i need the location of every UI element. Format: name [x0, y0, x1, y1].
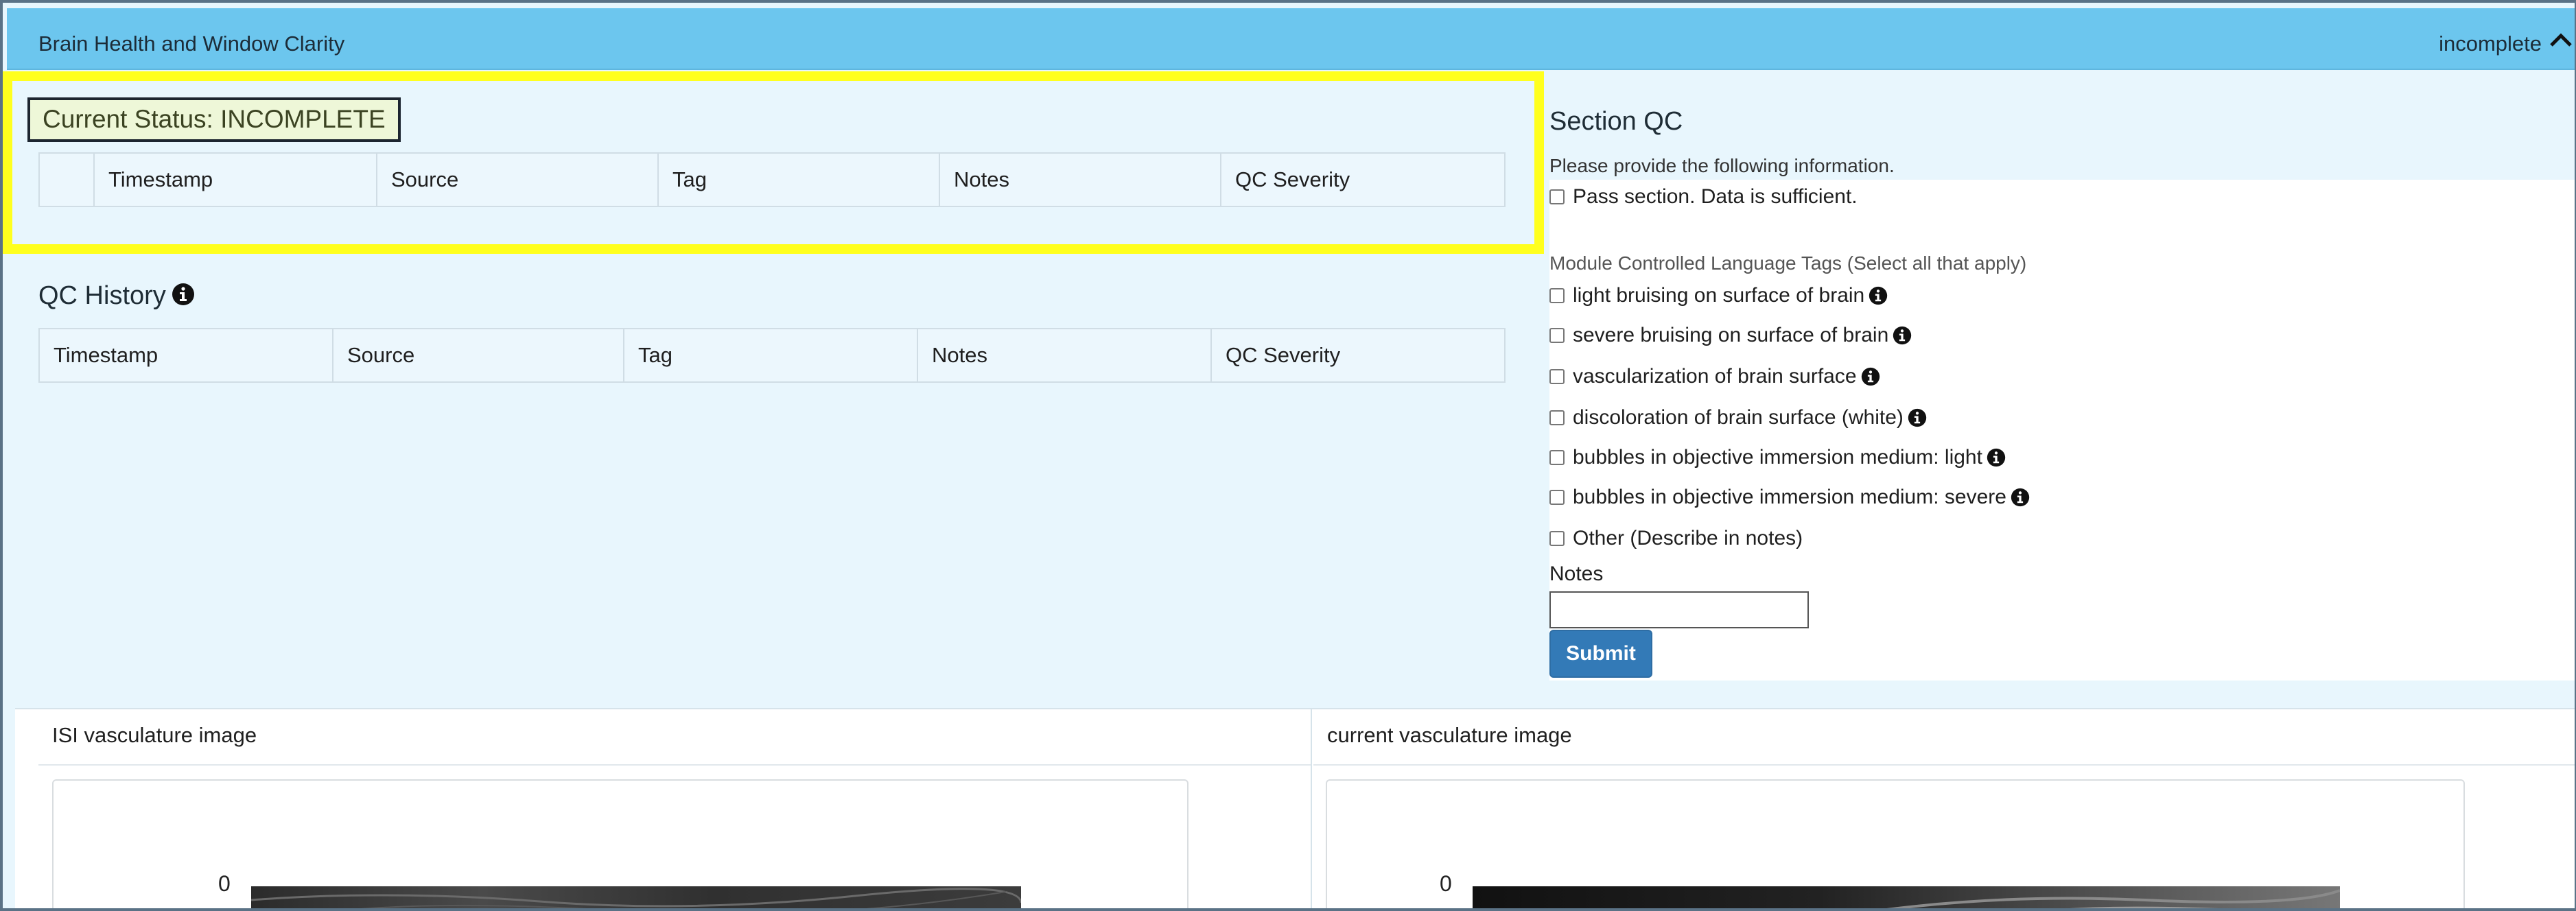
info-circle-icon[interactable]: [172, 283, 195, 306]
highlight-box: [3, 71, 1544, 254]
chevron-up-icon[interactable]: [2546, 26, 2576, 54]
checkbox-box[interactable]: [1549, 450, 1565, 465]
tag-checkbox-bubbles-severe[interactable]: bubbles in objective immersion medium: s…: [1549, 486, 2030, 509]
tag-checkbox-severe-bruising[interactable]: severe bruising on surface of brain: [1549, 324, 1912, 347]
panel-header[interactable]: Brain Health and Window Clarity incomple…: [7, 8, 2576, 70]
checkbox-box[interactable]: [1549, 531, 1565, 546]
pass-section-checkbox[interactable]: Pass section. Data is sufficient.: [1549, 185, 1858, 209]
info-circle-icon[interactable]: [2011, 488, 2030, 507]
tag-label: severe bruising on surface of brain: [1573, 324, 1889, 346]
table-header-qc-severity: QC Severity: [1210, 328, 1506, 383]
tag-checkbox-discoloration[interactable]: discoloration of brain surface (white): [1549, 406, 1927, 429]
table-header-tag: Tag: [623, 328, 918, 383]
qc-history-table: Timestamp Source Tag Notes QC Severity: [38, 328, 1506, 383]
tag-label: light bruising on surface of brain: [1573, 284, 1865, 307]
notes-input[interactable]: [1549, 591, 1809, 628]
panel-status-text: incomplete: [2439, 32, 2542, 56]
tag-checkbox-vascularization[interactable]: vascularization of brain surface: [1549, 365, 1880, 388]
tag-checkbox-other[interactable]: Other (Describe in notes): [1549, 527, 1803, 550]
isi-vasculature-image: [251, 886, 1021, 908]
table-header-row: Timestamp Source Tag Notes QC Severity: [38, 328, 1506, 383]
tag-label: Other (Describe in notes): [1573, 527, 1803, 549]
current-vasculature-image: [1473, 886, 2340, 908]
info-circle-icon[interactable]: [1908, 408, 1927, 427]
info-circle-icon[interactable]: [1869, 286, 1888, 305]
checkbox-box[interactable]: [1549, 189, 1565, 204]
notes-label: Notes: [1549, 563, 1604, 585]
panel-title: Brain Health and Window Clarity: [38, 32, 345, 56]
qc-history-label: QC History: [38, 281, 166, 310]
divider: [38, 764, 1311, 766]
checkbox-box[interactable]: [1549, 328, 1565, 343]
tag-label: discoloration of brain surface (white): [1573, 406, 1904, 429]
current-vasculature-panel: current vasculature image 0: [1313, 709, 2575, 908]
section-qc-prompt: Please provide the following information…: [1549, 155, 1895, 176]
tag-label: bubbles in objective immersion medium: s…: [1573, 486, 2006, 508]
tag-checkbox-bubbles-light[interactable]: bubbles in objective immersion medium: l…: [1549, 446, 2006, 469]
tag-label: bubbles in objective immersion medium: l…: [1573, 446, 1982, 469]
tag-label: vascularization of brain surface: [1573, 365, 1857, 388]
tags-label: Module Controlled Language Tags (Select …: [1549, 252, 2027, 274]
current-vasculature-title: current vasculature image: [1327, 723, 1572, 747]
qc-history-title: QC History: [38, 281, 195, 311]
checkbox-box[interactable]: [1549, 490, 1565, 505]
pass-section-label: Pass section. Data is sufficient.: [1573, 185, 1858, 208]
info-circle-icon[interactable]: [1987, 448, 2006, 467]
checkbox-box[interactable]: [1549, 369, 1565, 384]
isi-vasculature-title: ISI vasculature image: [52, 723, 257, 747]
info-circle-icon[interactable]: [1861, 367, 1880, 386]
table-header-timestamp: Timestamp: [38, 328, 333, 383]
qc-panel: Brain Health and Window Clarity incomple…: [0, 0, 2576, 911]
checkbox-box[interactable]: [1549, 288, 1565, 303]
checkbox-box[interactable]: [1549, 410, 1565, 425]
isi-y-tick-zero: 0: [218, 871, 231, 896]
current-y-tick-zero: 0: [1440, 871, 1452, 896]
info-circle-icon[interactable]: [1893, 326, 1912, 345]
isi-vasculature-panel: ISI vasculature image 0: [38, 709, 1312, 908]
tag-checkbox-light-bruising[interactable]: light bruising on surface of brain: [1549, 284, 1888, 307]
table-header-notes: Notes: [917, 328, 1212, 383]
submit-button[interactable]: Submit: [1549, 630, 1652, 678]
divider: [1313, 764, 2575, 766]
section-qc-title: Section QC: [1549, 107, 1683, 136]
table-header-source: Source: [332, 328, 624, 383]
